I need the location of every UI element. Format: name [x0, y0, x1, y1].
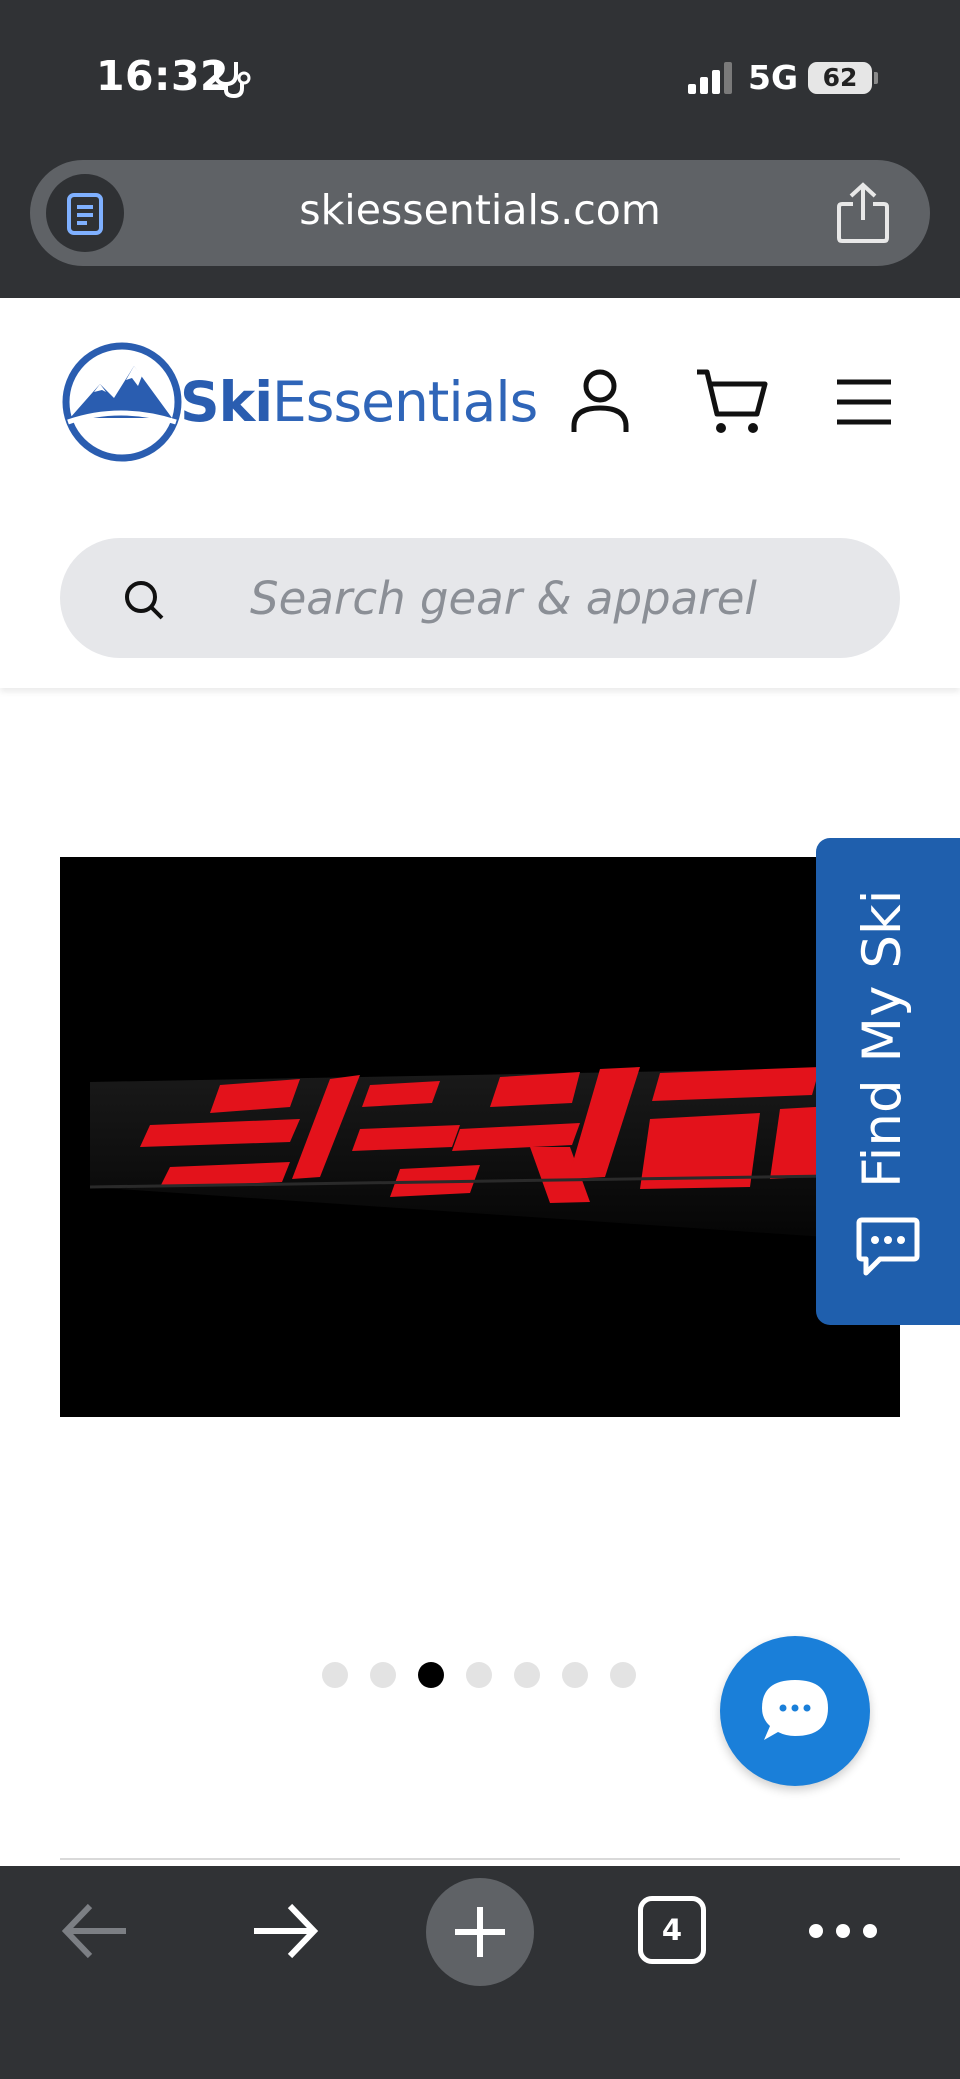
- site-header: SkiEssentials: [0, 298, 960, 688]
- address-bar[interactable]: skiessentials.com: [30, 160, 930, 266]
- carousel-dot[interactable]: [610, 1662, 636, 1688]
- mountain-logo-icon: [62, 342, 182, 462]
- new-tab-button[interactable]: [426, 1878, 534, 1986]
- search-input[interactable]: [250, 560, 850, 636]
- tab-switcher-button[interactable]: 4: [638, 1896, 706, 1964]
- carousel-dot[interactable]: [322, 1662, 348, 1688]
- carousel-dot[interactable]: [370, 1662, 396, 1688]
- find-my-ski-tab[interactable]: Find My Ski: [816, 838, 960, 1325]
- share-icon[interactable]: [836, 182, 890, 244]
- battery-cap: [874, 72, 878, 84]
- carousel-dot[interactable]: [562, 1662, 588, 1688]
- back-arrow-icon[interactable]: [60, 1896, 130, 1966]
- logo-text: SkiEssentials: [180, 370, 538, 434]
- carousel-dot[interactable]: [514, 1662, 540, 1688]
- find-my-ski-label: Find My Ski: [852, 889, 913, 1188]
- network-type: 5G: [748, 58, 799, 97]
- cellular-signal-icon: [688, 62, 732, 94]
- search-icon[interactable]: [122, 578, 166, 622]
- hero-carousel-image[interactable]: [60, 857, 900, 1417]
- browser-top-chrome: 16:32 5G 62 skiessentials.com: [0, 0, 960, 298]
- search-bar[interactable]: [60, 538, 900, 658]
- chat-bubble-icon: [856, 1217, 920, 1276]
- more-options-icon[interactable]: [806, 1896, 880, 1966]
- hamburger-menu-icon[interactable]: [835, 378, 893, 426]
- browser-bottom-bar: 4: [0, 1866, 960, 2079]
- logo-text-essentials: Essentials: [272, 370, 538, 434]
- chat-icon: [762, 1680, 828, 1740]
- carousel-dot[interactable]: [466, 1662, 492, 1688]
- section-divider: [60, 1858, 900, 1860]
- plus-icon: [455, 1907, 505, 1957]
- logo-text-ski: Ski: [180, 370, 273, 434]
- carousel-dot-active[interactable]: [418, 1662, 444, 1688]
- page: 16:32 5G 62 skiessentials.com SkiEssenti…: [0, 0, 960, 2079]
- ski-graphic-image: [60, 857, 900, 1417]
- url-text[interactable]: skiessentials.com: [30, 186, 930, 234]
- battery-level: 62: [808, 62, 872, 94]
- account-icon[interactable]: [570, 368, 630, 434]
- chat-button[interactable]: [720, 1636, 870, 1786]
- stethoscope-icon: [214, 62, 251, 99]
- forward-arrow-icon[interactable]: [250, 1896, 320, 1966]
- cart-icon[interactable]: [695, 368, 769, 436]
- ski-essentials-logo[interactable]: SkiEssentials: [60, 340, 538, 464]
